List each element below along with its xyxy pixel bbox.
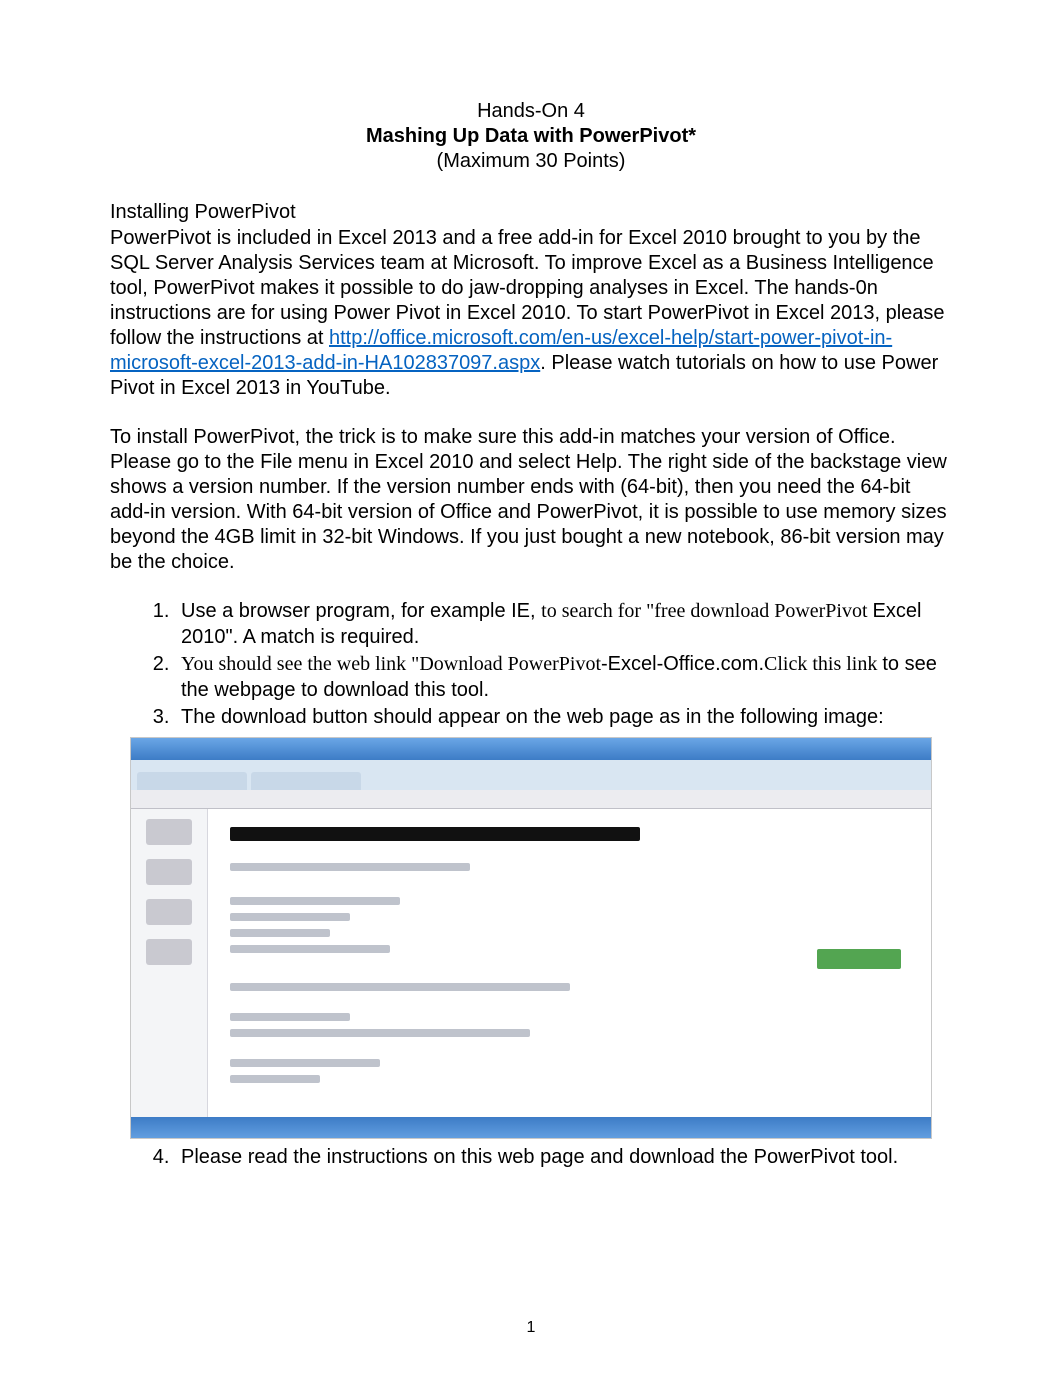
text-line [230, 983, 570, 991]
browser-tab [137, 772, 247, 790]
sidebar-item [146, 899, 192, 925]
page-number: 1 [0, 1319, 1062, 1337]
text-line [230, 913, 350, 921]
browser-taskbar [131, 1117, 931, 1139]
hands-on-label: Hands-On 4 [110, 100, 952, 123]
step-4-text: Please read the instructions on this web… [181, 1146, 898, 1168]
step-3-text: The download button should appear on the… [181, 706, 884, 728]
download-button[interactable] [817, 949, 901, 969]
intro-paragraph: PowerPivot is included in Excel 2013 and… [110, 226, 952, 401]
download-page-screenshot [130, 737, 932, 1139]
step-2: You should see the web link "Download Po… [175, 652, 952, 703]
page-sidebar [131, 809, 208, 1117]
text-line [230, 1059, 380, 1067]
screenshot-wrapper [130, 737, 952, 1139]
step-4: Please read the instructions on this web… [175, 1145, 952, 1171]
document-page: Hands-On 4 Mashing Up Data with PowerPiv… [0, 0, 1062, 1377]
text-line [230, 1075, 320, 1083]
page-main [208, 809, 931, 1117]
step-2-text-a: You should see the web link "Download Po… [181, 653, 601, 675]
step-2-text-b: -Excel-Office.com. [601, 653, 764, 675]
text-line [230, 1029, 530, 1037]
sidebar-item [146, 939, 192, 965]
step-1-text-b: to search for "free download PowerPivot [541, 600, 872, 622]
sidebar-item [146, 859, 192, 885]
step-1: Use a browser program, for example IE, t… [175, 599, 952, 650]
points-label: (Maximum 30 Points) [110, 150, 952, 173]
browser-body [131, 809, 931, 1117]
text-line [230, 1013, 350, 1021]
section-heading-installing: Installing PowerPivot [110, 201, 952, 224]
text-line [230, 945, 390, 953]
page-heading-bar [230, 827, 640, 841]
browser-toolbar [131, 790, 931, 809]
browser-titlebar [131, 738, 931, 760]
install-paragraph: To install PowerPivot, the trick is to m… [110, 425, 952, 575]
step-3: The download button should appear on the… [175, 705, 952, 731]
step-2-text-c: Click this link [764, 653, 882, 675]
step-1-text-a: Use a browser program, for example IE, [181, 600, 541, 622]
steps-list: Use a browser program, for example IE, t… [110, 599, 952, 731]
text-line [230, 897, 400, 905]
browser-tab-row [131, 760, 931, 790]
steps-list-continued: Please read the instructions on this web… [110, 1145, 952, 1171]
document-title: Mashing Up Data with PowerPivot* [110, 125, 952, 148]
text-line [230, 929, 330, 937]
sidebar-item [146, 819, 192, 845]
browser-tab [251, 772, 361, 790]
text-line [230, 863, 470, 871]
